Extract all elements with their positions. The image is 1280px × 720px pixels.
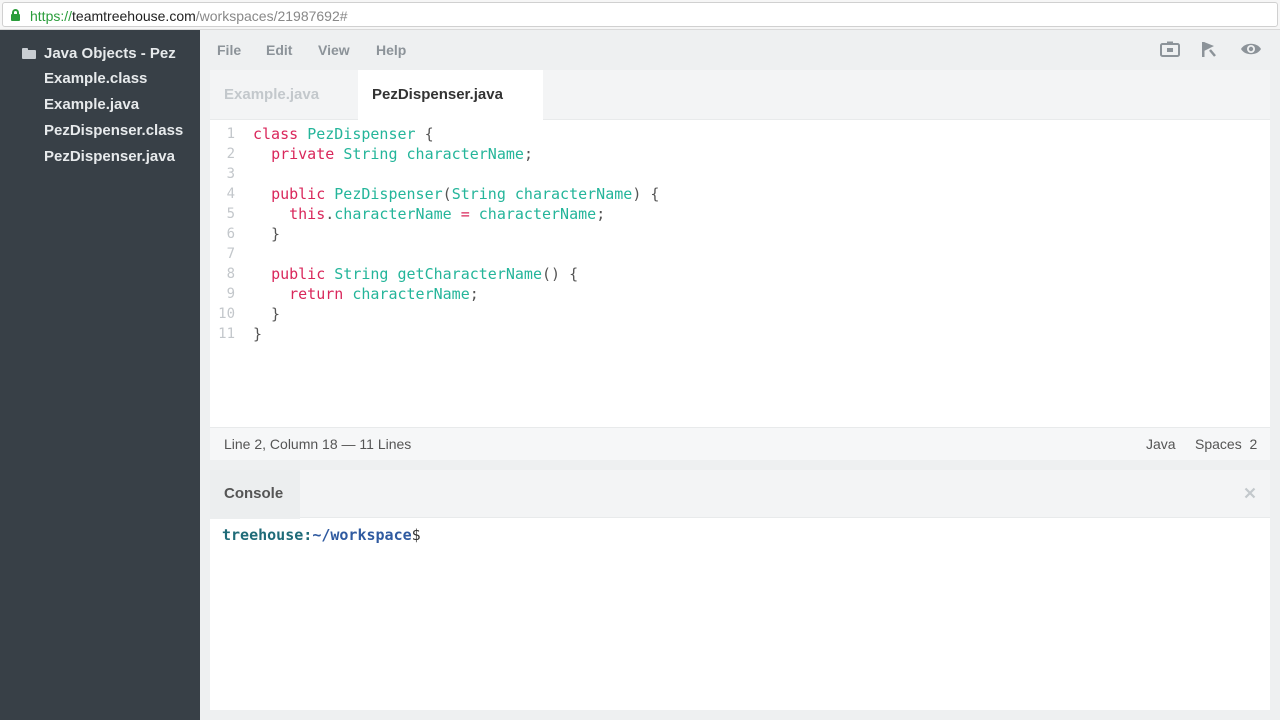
project-folder[interactable]: Java Objects - Pez	[22, 44, 176, 62]
tab-pezdispenser-java[interactable]: PezDispenser.java	[358, 70, 543, 121]
code-line[interactable]: 9 return characterName;	[210, 284, 1270, 304]
language-mode[interactable]: Java	[1146, 436, 1176, 452]
line-number: 8	[226, 266, 235, 282]
url-scheme: https://	[30, 8, 73, 24]
url-host: teamtreehouse.com	[72, 8, 196, 24]
menu-view[interactable]: View	[318, 42, 350, 58]
file-item-example-java[interactable]: Example.java	[44, 96, 183, 122]
line-number: 3	[226, 166, 235, 182]
menu-file[interactable]: File	[217, 42, 241, 58]
code-line[interactable]: 5 this.characterName = characterName;	[210, 204, 1270, 224]
editor-status-bar: Line 2, Column 18 — 11 Lines Java Spaces…	[210, 427, 1270, 460]
line-number: 2	[226, 146, 235, 162]
menu-bar: File Edit View Help	[200, 30, 1280, 70]
file-sidebar: Java Objects - Pez Example.class Example…	[0, 30, 200, 720]
code-line[interactable]: 4 public PezDispenser(String characterNa…	[210, 184, 1270, 204]
tab-example-java[interactable]: Example.java	[210, 70, 333, 120]
line-number: 5	[226, 206, 235, 222]
line-text: public String getCharacterName() {	[271, 265, 579, 283]
code-line[interactable]: 6 }	[210, 224, 1270, 244]
line-number: 9	[226, 286, 235, 302]
close-icon[interactable]	[1244, 486, 1256, 499]
line-text: }	[253, 225, 281, 243]
console-tab[interactable]: Console	[210, 470, 300, 519]
prompt-user: treehouse:	[222, 526, 313, 544]
line-number: 11	[218, 326, 235, 342]
snapshot-icon[interactable]	[1160, 40, 1180, 58]
file-item-pezdispenser-java[interactable]: PezDispenser.java	[44, 148, 183, 174]
menu-edit[interactable]: Edit	[266, 42, 292, 58]
file-list: Example.class Example.java PezDispenser.…	[44, 70, 183, 174]
code-line[interactable]: 3	[210, 164, 1270, 184]
url-field[interactable]: https://teamtreehouse.com/workspaces/219…	[2, 2, 1278, 27]
line-text: public PezDispenser(String characterName…	[271, 185, 660, 203]
code-editor: Example.java PezDispenser.java 1 class Pe…	[210, 70, 1270, 460]
share-icon[interactable]	[1200, 40, 1220, 58]
terminal-prompt[interactable]: treehouse:~/workspace$	[222, 526, 421, 544]
code-line[interactable]: 8 public String getCharacterName() {	[210, 264, 1270, 284]
code-line[interactable]: 10 }	[210, 304, 1270, 324]
line-text: this.characterName = characterName;	[289, 205, 606, 223]
code-area[interactable]: 1 class PezDispenser {2 private String ch…	[210, 124, 1270, 344]
file-item-pezdispenser-class[interactable]: PezDispenser.class	[44, 122, 183, 148]
line-number: 4	[226, 186, 235, 202]
menu-help[interactable]: Help	[376, 42, 406, 58]
url-path: /workspaces/21987692#	[195, 8, 348, 24]
code-line[interactable]: 1 class PezDispenser {	[210, 124, 1270, 144]
code-line[interactable]: 2 private String characterName;	[210, 144, 1270, 164]
file-item-example-class[interactable]: Example.class	[44, 70, 183, 96]
line-text: class PezDispenser {	[253, 125, 434, 143]
browser-address-bar: https://teamtreehouse.com/workspaces/219…	[0, 0, 1280, 30]
lock-icon	[11, 9, 20, 21]
line-text: private String characterName;	[271, 145, 533, 163]
cursor-position: Line 2, Column 18 — 11 Lines	[224, 436, 412, 452]
console-header: Console	[210, 470, 1270, 519]
preview-icon[interactable]	[1240, 40, 1262, 58]
code-line[interactable]: 11}	[210, 324, 1270, 344]
line-number: 7	[226, 246, 235, 262]
prompt-symbol: $	[411, 526, 421, 544]
folder-icon	[22, 47, 36, 59]
line-text: return characterName;	[289, 285, 479, 303]
line-number: 10	[218, 306, 235, 322]
line-number: 1	[226, 126, 235, 142]
editor-tabs: Example.java PezDispenser.java	[210, 70, 1270, 121]
line-text: }	[253, 325, 263, 343]
console-panel: Console treehouse:~/workspace$	[210, 470, 1270, 710]
prompt-path: ~/workspace	[312, 526, 412, 544]
line-text: }	[253, 305, 281, 323]
indent-setting[interactable]: Spaces 2	[1195, 436, 1257, 452]
url-text[interactable]: https://teamtreehouse.com/workspaces/219…	[30, 8, 348, 24]
project-name: Java Objects - Pez	[44, 44, 176, 62]
line-number: 6	[226, 226, 235, 242]
code-line[interactable]: 7	[210, 244, 1270, 264]
